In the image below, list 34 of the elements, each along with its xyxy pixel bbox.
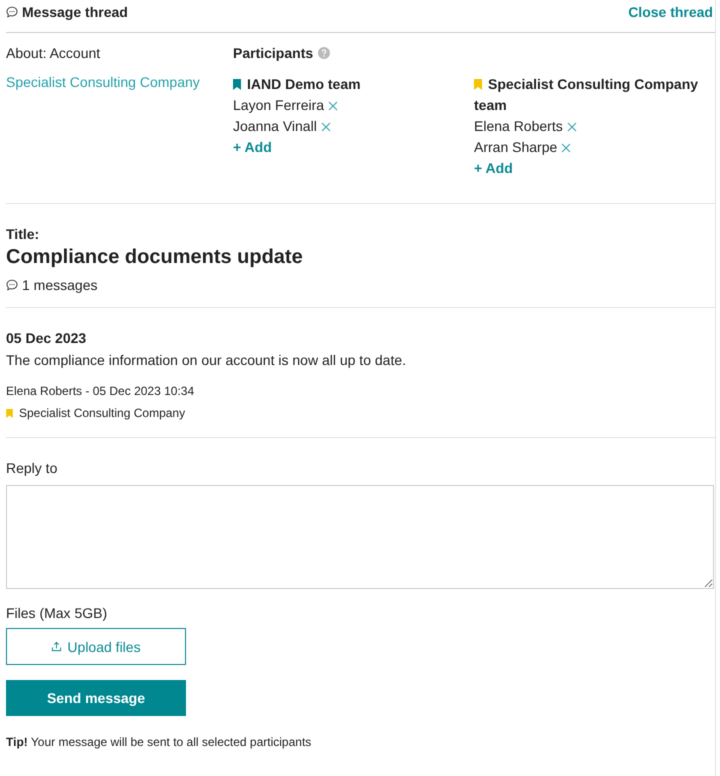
upload-icon [51, 641, 62, 652]
reply-field[interactable] [6, 485, 714, 589]
message-count: 1 messages [22, 277, 98, 293]
message-meta: Elena Roberts - 05 Dec 2023 10:34 [6, 384, 196, 398]
remove-icon[interactable] [566, 122, 577, 132]
send-message-button[interactable]: Send message [6, 680, 186, 716]
remove-icon[interactable] [561, 142, 572, 152]
files-label: Files (Max 5GB) [6, 605, 108, 621]
remove-icon[interactable] [320, 122, 331, 132]
team-name: Specialist Consulting Company team [474, 76, 698, 113]
speech-bubble-icon [6, 6, 18, 18]
company-name: Specialist Consulting Company [19, 406, 186, 420]
team-name: IAND Demo team [247, 75, 361, 94]
upload-files-button[interactable]: Upload files [6, 628, 186, 665]
close-thread-link[interactable]: Close thread [628, 4, 713, 20]
add-participant-link[interactable]: + Add [474, 160, 513, 176]
about-label: About: Account [6, 45, 102, 61]
thread-heading: Message thread [22, 4, 128, 20]
participant-name: Elena Roberts [474, 117, 563, 136]
participant-name: Joanna Vinall [233, 117, 317, 136]
speech-bubble-icon [6, 279, 18, 291]
remove-icon[interactable] [328, 100, 338, 110]
participant-name: Layon Ferreira [233, 96, 324, 115]
title-label: Title: [6, 226, 40, 242]
participant-name: Arran Sharpe [474, 138, 558, 157]
message-body: The compliance information on our account is now all up to date. [6, 352, 408, 368]
help-icon[interactable] [318, 47, 330, 59]
thread-title: Compliance documents update [6, 246, 304, 269]
participants-heading: Participants [233, 45, 314, 61]
message-date: 05 Dec 2023 [6, 330, 88, 346]
tip-text: Tip! Your message will be sent to all selected participants [6, 735, 312, 749]
reply-label: Reply to [6, 460, 58, 476]
account-link[interactable]: Specialist Consulting Company [6, 74, 233, 90]
add-participant-link[interactable]: + Add [233, 139, 272, 155]
